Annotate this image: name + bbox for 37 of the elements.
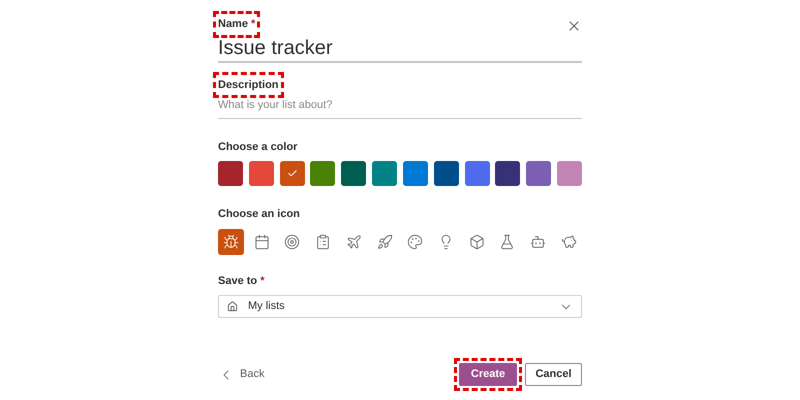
flask-icon [499,234,516,250]
field-label: Name * [218,18,256,30]
color-swatch[interactable] [495,161,520,186]
color-swatch[interactable] [280,161,305,186]
color-swatch[interactable] [248,161,274,186]
color-swatch[interactable] [434,161,459,186]
create-button[interactable]: Create [459,363,517,386]
piggy-bank-icon [560,234,577,250]
calendar-icon [254,234,270,250]
color-swatch[interactable] [464,161,490,186]
name-field[interactable]: Issue tracker [218,34,582,62]
rocket-icon [376,234,393,250]
color-swatch[interactable] [526,161,552,186]
cube-icon [468,234,485,250]
field-label: Description [218,78,279,90]
robot-icon [530,234,546,250]
color-swatch[interactable] [402,161,428,186]
back-button[interactable]: Back [218,366,264,383]
section-title: Choose a color [218,140,298,154]
bug-icon [223,234,239,250]
icon-option[interactable] [218,228,244,254]
color-swatch[interactable] [372,161,398,186]
check-icon [286,168,298,179]
color-swatch[interactable] [556,161,582,186]
home-icon [227,301,238,312]
target-icon [284,234,300,250]
cancel-button[interactable]: Cancel [525,363,582,386]
description-field[interactable]: What is your list about? [218,97,582,118]
palette-icon [407,234,424,250]
color-swatch[interactable] [218,161,243,186]
section-title: Choose an icon [218,207,301,222]
save-to-dropdown[interactable]: My lists [218,295,582,318]
color-swatch[interactable] [341,161,366,186]
color-swatch[interactable] [310,161,336,186]
plane-icon [346,234,362,250]
clipboard-icon [315,234,332,250]
field-label: Save to * [218,274,266,288]
